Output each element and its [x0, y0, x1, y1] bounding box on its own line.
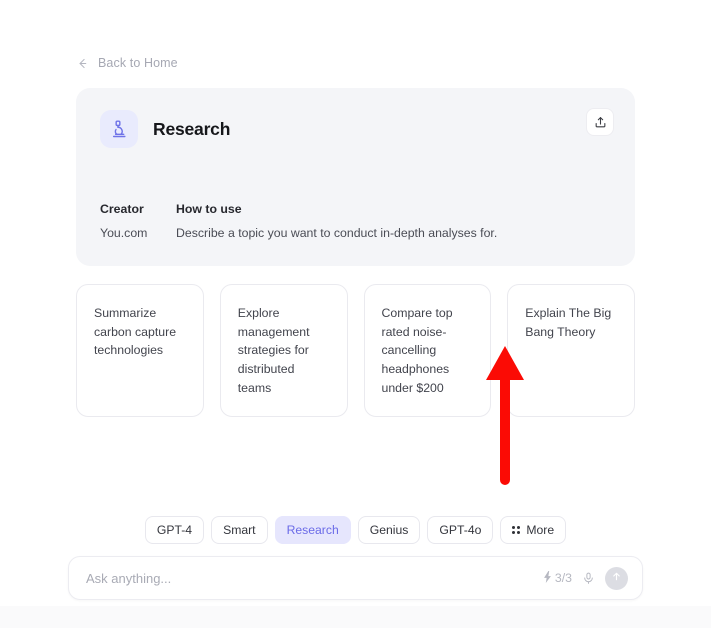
page-title: Research: [153, 118, 231, 139]
microphone-icon[interactable]: [582, 572, 595, 585]
suggestion-card[interactable]: Explain The Big Bang Theory: [507, 284, 635, 418]
input-actions: 3/3: [543, 566, 628, 590]
send-button[interactable]: [605, 566, 628, 590]
back-to-home-label: Back to Home: [98, 56, 178, 70]
header-top-row: Research: [100, 110, 611, 148]
creator-value: You.com: [100, 226, 148, 240]
how-to-use-label: How to use: [176, 202, 242, 216]
more-modes-label: More: [526, 522, 555, 537]
how-to-use-value: Describe a topic you want to conduct in-…: [176, 226, 498, 240]
mode-pill-smart[interactable]: Smart: [211, 515, 268, 544]
chat-input-bar[interactable]: Ask anything... 3/3: [68, 556, 643, 600]
app-meta-grid: Creator How to use You.com Describe a to…: [100, 202, 611, 240]
back-to-home-link[interactable]: Back to Home: [76, 56, 178, 70]
more-modes-button[interactable]: More: [500, 515, 567, 544]
dot-grid-icon: [512, 525, 521, 534]
arrow-up-circle-icon: [611, 569, 622, 587]
quota-indicator[interactable]: 3/3: [543, 570, 572, 586]
main-content: Back to Home Research Creator How to use…: [0, 0, 711, 516]
footer-strip: [0, 606, 711, 628]
suggestion-card[interactable]: Explore management strategies for distri…: [219, 284, 348, 418]
composer-area: GPT-4 Smart Research Genius GPT-4o More …: [0, 515, 711, 606]
mode-pill-genius[interactable]: Genius: [357, 515, 421, 544]
suggestion-card-list: Summarize carbon capture technologies Ex…: [76, 284, 635, 418]
share-upload-icon[interactable]: [586, 108, 614, 136]
app-page: Back to Home Research Creator How to use…: [0, 0, 711, 628]
model-mode-selector: GPT-4 Smart Research Genius GPT-4o More: [0, 515, 711, 544]
mode-pill-gpt4o[interactable]: GPT-4o: [427, 515, 494, 544]
suggestion-card[interactable]: Summarize carbon capture technologies: [76, 284, 204, 418]
quota-label: 3/3: [554, 571, 572, 585]
suggestion-card[interactable]: Compare top rated noise-cancelling headp…: [363, 284, 492, 418]
lightning-bolt-icon: [543, 570, 552, 586]
mode-pill-gpt4[interactable]: GPT-4: [144, 515, 205, 544]
mode-pill-research[interactable]: Research: [274, 515, 351, 544]
creator-label: Creator: [100, 202, 144, 216]
microscope-icon: [100, 110, 138, 148]
search-input[interactable]: Ask anything...: [86, 571, 543, 586]
arrow-left-icon: [76, 57, 89, 70]
app-header-card: Research Creator How to use You.com Desc…: [76, 88, 635, 266]
